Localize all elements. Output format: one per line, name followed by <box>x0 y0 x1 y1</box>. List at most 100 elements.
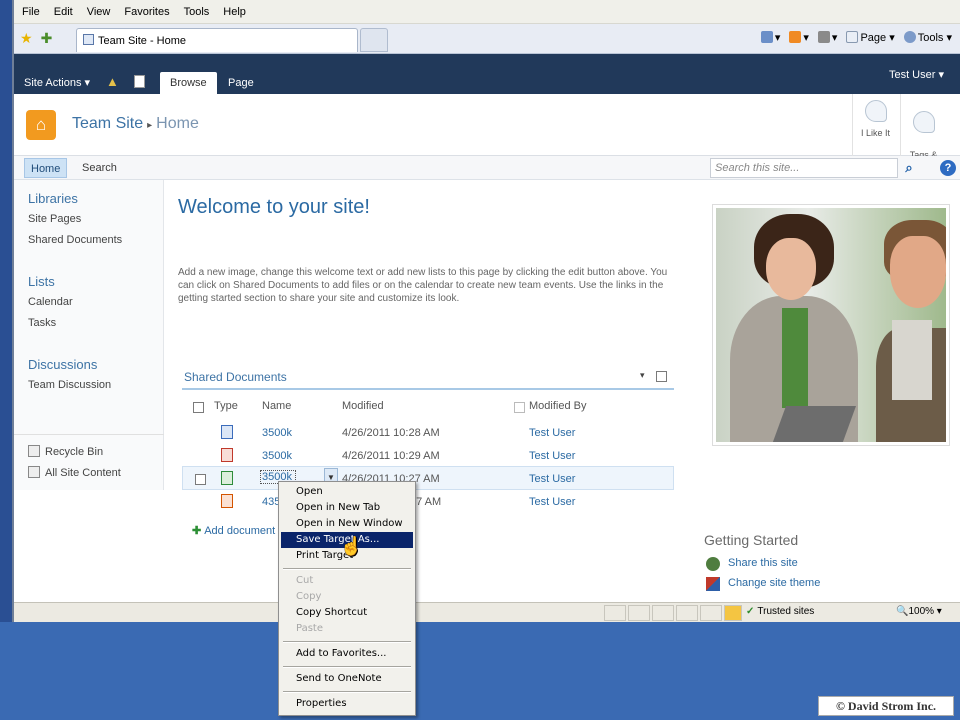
menu-tools[interactable]: Tools <box>184 6 210 18</box>
ql-separator <box>14 434 164 435</box>
page-menu-button[interactable]: Page ▾ <box>846 31 895 44</box>
ql-lists[interactable]: Lists <box>28 274 55 289</box>
i-like-it-button[interactable]: I Like It <box>852 94 898 156</box>
menu-edit[interactable]: Edit <box>54 6 73 18</box>
context-menu: Open Open in New Tab Open in New Window … <box>278 481 416 716</box>
favorites-star-icon[interactable]: ★ <box>20 30 33 47</box>
breadcrumb-current: Home <box>156 115 199 132</box>
page-content: Libraries Site Pages Shared Documents Li… <box>14 180 960 602</box>
webpart-menu-icon[interactable]: ▾ <box>640 370 645 381</box>
doc-modified-by[interactable]: Test User <box>529 450 575 462</box>
welcome-text: Add a new image, change this welcome tex… <box>178 267 668 304</box>
security-zone[interactable]: ✓ Trusted sites <box>746 606 814 617</box>
doclib-title[interactable]: Shared Documents <box>184 370 287 384</box>
ctx-add-to-favorites[interactable]: Add to Favorites... <box>281 646 413 662</box>
doclib-rule <box>182 388 674 390</box>
tab-browse[interactable]: Browse <box>160 72 217 94</box>
doc-name[interactable]: 3500k <box>262 450 292 462</box>
menu-view[interactable]: View <box>87 6 111 18</box>
doc-modified-by[interactable]: Test User <box>529 427 575 439</box>
menu-file[interactable]: File <box>22 6 40 18</box>
welcome-heading: Welcome to your site! <box>178 196 370 218</box>
ql-shared-documents[interactable]: Shared Documents <box>28 234 122 246</box>
zoom-level[interactable]: 🔍100% ▾ <box>896 606 942 617</box>
theme-icon <box>706 577 720 591</box>
modified-by-checkbox[interactable] <box>514 402 525 413</box>
add-document-link[interactable]: ✚ Add document <box>192 524 275 537</box>
ctx-paste: Paste <box>296 623 323 634</box>
doc-name[interactable]: 3500k <box>262 427 292 439</box>
top-navigation: Home Search Search this site... ⌕ ? <box>14 156 960 180</box>
nav-search[interactable]: Search <box>76 158 123 178</box>
ql-discussions[interactable]: Discussions <box>28 357 97 372</box>
breadcrumb-site[interactable]: Team Site <box>72 115 143 132</box>
ql-all-site-content[interactable]: All Site Content <box>28 466 121 479</box>
tools-menu-button[interactable]: Tools ▾ <box>903 31 952 44</box>
col-name[interactable]: Name <box>262 400 291 412</box>
pdf-file-icon <box>221 448 233 462</box>
ie-menu-bar: File Edit View Favorites Tools Help <box>14 0 960 24</box>
share-icon <box>706 557 720 571</box>
ql-recycle-bin[interactable]: Recycle Bin <box>28 445 103 458</box>
share-site-link[interactable]: Share this site <box>728 557 798 569</box>
home-icon[interactable]: ▾ <box>760 31 780 44</box>
search-icon[interactable]: ⌕ <box>900 159 918 177</box>
navigate-up-icon[interactable]: ▲ <box>106 75 120 88</box>
ctx-open-new-window[interactable]: Open in New Window <box>281 516 413 532</box>
breadcrumb-separator: ▸ <box>147 120 153 131</box>
nav-home[interactable]: Home <box>24 158 68 178</box>
feeds-icon[interactable]: ▾ <box>789 31 809 44</box>
ql-team-discussion[interactable]: Team Discussion <box>28 379 111 391</box>
site-title-area: ⌂ Team Site ▸Home I Like It Tags & Notes <box>14 94 960 171</box>
print-icon[interactable]: ▾ <box>817 31 837 44</box>
select-all-checkbox[interactable] <box>193 402 204 413</box>
browser-tab-title: Team Site - Home <box>98 35 187 47</box>
ctx-open[interactable]: Open <box>281 484 413 500</box>
menu-favorites[interactable]: Favorites <box>124 6 169 18</box>
i-like-it-label: I Like It <box>860 128 890 138</box>
doc-modified-by[interactable]: Test User <box>529 496 575 508</box>
ql-tasks[interactable]: Tasks <box>28 317 56 329</box>
thumbs-up-icon <box>864 100 887 122</box>
search-input[interactable]: Search this site... <box>710 158 898 178</box>
row-checkbox[interactable] <box>195 474 206 485</box>
sharepoint-ribbon: Site Actions ▾ ▲ Browse Page Test User ▾ <box>14 54 960 94</box>
col-modified[interactable]: Modified <box>342 400 384 412</box>
ie-tab-bar: ★ ✚ Team Site - Home ▾ ▾ ▾ Page ▾ Tools … <box>14 24 960 54</box>
ctx-send-to-onenote[interactable]: Send to OneNote <box>281 671 413 687</box>
powerpoint-file-icon <box>221 494 233 508</box>
doc-modified-by[interactable]: Test User <box>529 473 575 485</box>
site-actions-menu[interactable]: Site Actions ▾ <box>24 76 90 89</box>
tag-icon <box>912 111 935 133</box>
menu-separator <box>283 568 411 570</box>
browser-tab-team-site[interactable]: Team Site - Home <box>76 28 358 52</box>
menu-help[interactable]: Help <box>223 6 246 18</box>
add-favorites-icon[interactable]: ✚ <box>41 30 53 47</box>
ql-libraries[interactable]: Libraries <box>28 191 78 206</box>
welcome-photo <box>712 204 950 446</box>
tab-page[interactable]: Page <box>218 72 264 94</box>
favorites-buttons: ★ ✚ <box>20 30 52 47</box>
ctx-open-new-tab[interactable]: Open in New Tab <box>281 500 413 516</box>
new-tab-button[interactable] <box>360 28 388 52</box>
edit-page-icon[interactable] <box>134 75 145 88</box>
desktop-edge <box>0 0 12 720</box>
col-modified-by[interactable]: Modified By <box>529 400 586 412</box>
add-icon: ✚ <box>192 525 202 537</box>
browser-window: File Edit View Favorites Tools Help ★ ✚ … <box>12 0 960 622</box>
ctx-properties[interactable]: Properties <box>281 696 413 712</box>
ql-site-pages[interactable]: Site Pages <box>28 213 81 225</box>
user-menu[interactable]: Test User ▾ <box>889 68 944 81</box>
getting-started-heading: Getting Started <box>704 532 799 548</box>
webpart-select-checkbox[interactable] <box>656 371 667 382</box>
trusted-check-icon: ✓ <box>746 606 755 617</box>
tags-notes-button[interactable]: Tags & Notes <box>900 94 946 171</box>
ql-calendar[interactable]: Calendar <box>28 296 73 308</box>
help-icon[interactable]: ? <box>940 160 956 176</box>
site-logo-icon[interactable]: ⌂ <box>26 110 56 140</box>
col-type[interactable]: Type <box>214 400 238 412</box>
excel-file-icon <box>221 471 233 485</box>
breadcrumb: Team Site ▸ Home <box>72 115 199 133</box>
ctx-copy-shortcut[interactable]: Copy Shortcut <box>281 605 413 621</box>
change-theme-link[interactable]: Change site theme <box>728 577 820 589</box>
